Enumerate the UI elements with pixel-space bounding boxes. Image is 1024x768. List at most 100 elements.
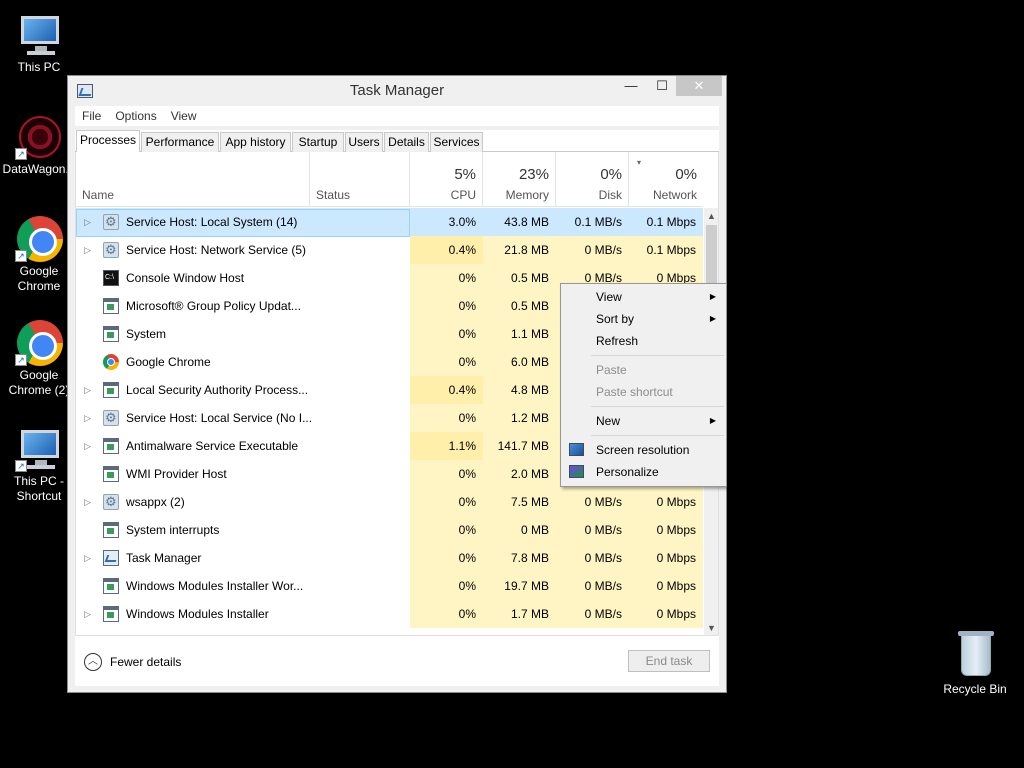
process-cpu: 0.4% [410, 376, 483, 404]
process-network: 0 Mbps [629, 572, 703, 600]
process-name: Microsoft® Group Policy Updat... [126, 299, 301, 313]
column-header-cpu[interactable]: 5% CPU [410, 152, 483, 207]
expand-chevron-icon[interactable] [84, 320, 96, 348]
process-name: Console Window Host [126, 271, 245, 285]
process-memory: 4.8 MB [483, 376, 556, 404]
window-icon [103, 578, 119, 594]
process-disk: 0 MB/s [556, 236, 629, 264]
close-button[interactable]: ✕ [676, 76, 722, 96]
end-task-button[interactable]: End task [628, 650, 710, 672]
desktop-icon-label: This PC [17, 60, 61, 74]
process-cpu: 1.1% [410, 432, 483, 460]
expand-chevron-icon[interactable]: ▷ [84, 544, 96, 572]
minimize-button[interactable]: — [616, 76, 646, 96]
maximize-button[interactable]: ☐ [648, 76, 676, 96]
process-row[interactable]: ▷ wsappx (2) 0%7.5 MB0 MB/s0 Mbps [76, 488, 703, 516]
window-icon [103, 438, 119, 454]
window-icon [103, 298, 119, 314]
shortcut-arrow-icon: ↗ [15, 354, 27, 366]
window-icon [103, 522, 119, 538]
window-icon [103, 382, 119, 398]
column-memory-label: Memory [505, 188, 549, 202]
process-name: Local Security Authority Process... [126, 383, 309, 397]
process-disk: 0 MB/s [556, 600, 629, 628]
submenu-arrow-icon: ▶ [709, 292, 716, 301]
menu-item-view[interactable]: View ▶ [563, 286, 724, 308]
expand-chevron-icon[interactable]: ▷ [84, 432, 96, 460]
process-row[interactable]: ▷ Service Host: Local System (14) 3.0% 43.8… [76, 208, 703, 237]
process-name: Task Manager [126, 551, 202, 565]
tab-performance[interactable]: Performance [141, 132, 219, 153]
expand-chevron-icon[interactable] [84, 264, 96, 292]
menu-item-sort-by[interactable]: Sort by ▶ [563, 308, 724, 330]
title-bar[interactable]: Task Manager — ☐ ✕ [68, 76, 726, 105]
desktop-icon-this-pc[interactable]: This PC [0, 10, 78, 75]
menu-item-personalize[interactable]: Personalize [563, 461, 724, 483]
menu-item-new[interactable]: New ▶ [563, 410, 724, 432]
menu-file[interactable]: File [75, 106, 108, 126]
process-name: System [126, 327, 167, 341]
fewer-details-link[interactable]: Fewer details [110, 655, 181, 669]
expand-chevron-icon[interactable]: ▷ [84, 236, 96, 264]
task-manager-icon [103, 550, 119, 566]
expand-chevron-icon[interactable] [84, 516, 96, 544]
column-header-name[interactable]: Name [76, 152, 310, 207]
process-name: Google Chrome [126, 355, 211, 369]
expand-chevron-icon[interactable] [84, 572, 96, 600]
column-header-memory[interactable]: 23% Memory [483, 152, 556, 207]
menu-item-label: New [596, 414, 621, 428]
menu-options[interactable]: Options [108, 106, 163, 126]
process-cpu: 0% [410, 320, 483, 348]
process-row[interactable]: ▷ Service Host: Network Service (5) 0.4%21… [76, 236, 703, 264]
desktop-icon-recycle-bin[interactable]: Recycle Bin [936, 631, 1014, 697]
menu-view[interactable]: View [164, 106, 204, 126]
menu-item-paste-shortcut: Paste shortcut [563, 381, 724, 403]
process-name: Service Host: Local System (14) [126, 215, 298, 229]
expand-chevron-icon[interactable] [84, 292, 96, 320]
menu-item-screen-resolution[interactable]: Screen resolution [563, 439, 724, 461]
gear-icon [103, 494, 119, 510]
process-memory: 43.8 MB [504, 215, 549, 229]
process-row[interactable]: System interrupts 0% 0 MB 0 MB/s 0 Mbps [76, 516, 703, 544]
gear-icon [103, 242, 119, 258]
expand-chevron-icon[interactable]: ▷ [84, 600, 96, 628]
expand-chevron-icon[interactable] [84, 348, 96, 376]
process-cpu: 0% [410, 404, 483, 432]
column-header-network[interactable]: ▾ 0% Network [629, 152, 703, 207]
tab-services[interactable]: Services [430, 132, 483, 153]
tab-processes[interactable]: Processes [76, 130, 140, 153]
expand-chevron-icon[interactable]: ▷ [84, 376, 96, 404]
process-row[interactable]: Windows Modules Installer Wor... 0% 19.7 M… [76, 572, 703, 600]
process-name: WMI Provider Host [126, 467, 227, 481]
scroll-up-icon[interactable]: ▲ [704, 208, 718, 224]
expand-chevron-icon[interactable]: ▷ [84, 404, 96, 432]
menu-item-label: Refresh [596, 334, 639, 348]
process-cpu: 0% [410, 544, 483, 572]
menu-separator [591, 355, 724, 356]
process-cpu: 3.0% [448, 215, 476, 229]
process-row[interactable]: ▷ Windows Modules Installer 0% 1.7 MB 0 MB/s… [76, 600, 703, 628]
expand-chevron-icon[interactable] [84, 460, 96, 488]
tab-app-history[interactable]: App history [220, 132, 291, 153]
process-memory: 21.8 MB [483, 236, 556, 264]
menu-item-refresh[interactable]: Refresh [563, 330, 724, 352]
scroll-down-icon[interactable]: ▼ [704, 620, 718, 635]
process-cpu: 0% [410, 292, 483, 320]
process-row[interactable]: ▷ Task Manager 0% 7.8 MB 0 MB/s 0 Mbps [76, 544, 703, 572]
expand-chevron-icon[interactable]: ▷ [84, 488, 96, 516]
chevron-up-icon[interactable]: ︿ [84, 653, 102, 671]
column-header-status[interactable]: Status [310, 152, 410, 207]
column-header-disk[interactable]: 0% Disk [556, 152, 629, 207]
tab-details[interactable]: Details [384, 132, 429, 153]
tab-users[interactable]: Users [345, 132, 383, 153]
process-network: 0 Mbps [629, 544, 703, 572]
sort-indicator-icon: ▾ [637, 158, 642, 167]
process-memory: 2.0 MB [483, 460, 556, 488]
console-icon: C:\ [103, 270, 119, 286]
process-memory: 1.7 MB [483, 600, 556, 628]
tab-startup[interactable]: Startup [292, 132, 344, 153]
recycle-bin-icon [951, 631, 999, 680]
process-name: System interrupts [126, 523, 220, 537]
process-name: Service Host: Local Service (No I... [126, 411, 313, 425]
expand-chevron-icon[interactable]: ▷ [84, 208, 96, 236]
